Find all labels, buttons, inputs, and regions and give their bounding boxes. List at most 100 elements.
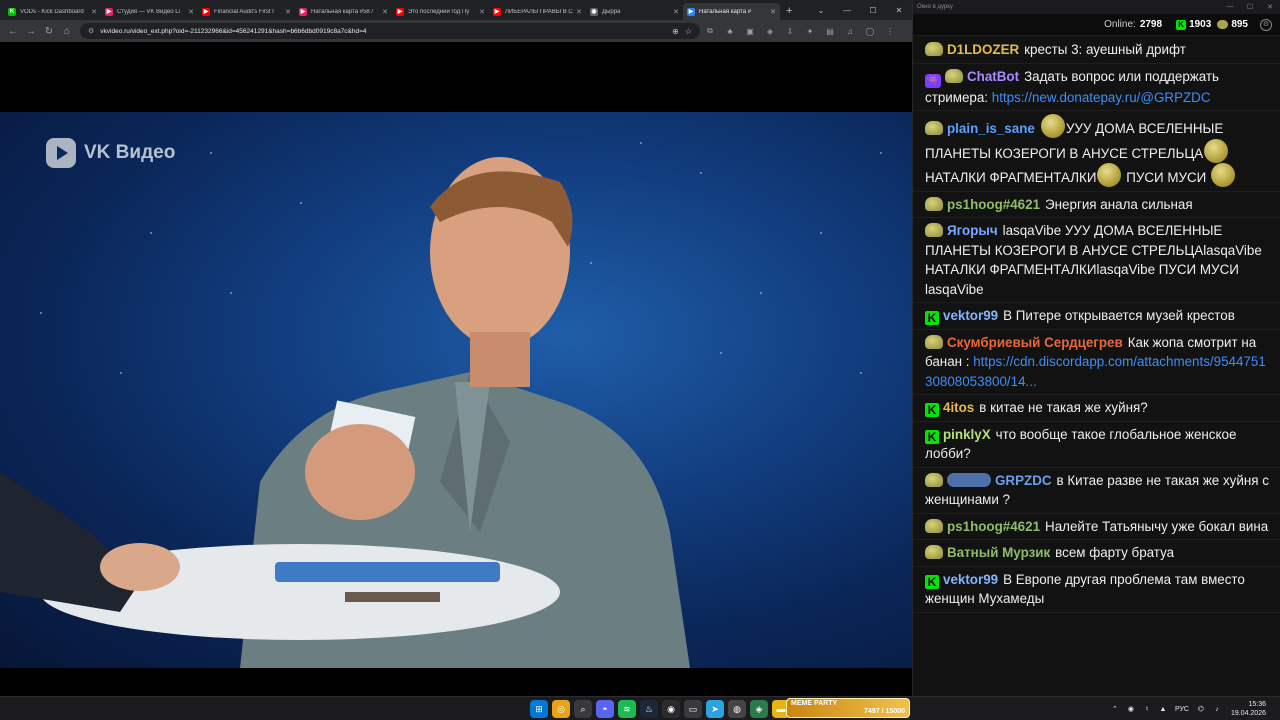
browser-tab[interactable]: ▶ Это последний год Пу ✕ <box>392 3 489 20</box>
back-arrow-icon[interactable]: ← <box>4 26 22 37</box>
chat-username[interactable]: ps1hoog#4621 <box>947 519 1040 534</box>
close-icon[interactable]: ✕ <box>1260 3 1280 11</box>
chat-message[interactable]: Ватный Мурзик всем фарту братуа <box>913 540 1280 567</box>
video-frame[interactable]: VK Видео <box>0 112 912 668</box>
chat-username[interactable]: pinklyX <box>943 427 991 442</box>
extension-icon[interactable]: ♣ <box>720 23 740 39</box>
tab-close-icon[interactable]: ✕ <box>479 8 485 16</box>
video-player[interactable]: VK Видео <box>0 42 912 696</box>
menu-icon[interactable]: ⋮ <box>880 23 900 39</box>
media-icon[interactable]: ▭ <box>684 700 702 718</box>
profile-icon[interactable]: ◯ <box>860 23 880 39</box>
chat-message[interactable]: D1LDOZER кресты 3: ауешный дрифт <box>913 37 1280 64</box>
zoom-icon[interactable]: ⊕ <box>672 27 679 36</box>
browser-tab[interactable]: ▶ Financial Audit's First I ✕ <box>198 3 295 20</box>
tab-close-icon[interactable]: ✕ <box>576 8 582 16</box>
windows-icon[interactable]: ⊞ <box>530 700 548 718</box>
chat-username[interactable]: ps1hoog#4621 <box>947 197 1040 212</box>
extension-icon[interactable]: ⧉ <box>700 23 720 39</box>
clock[interactable]: 15:36 19.04.2026 <box>1231 700 1266 718</box>
maximize-icon[interactable]: ☐ <box>860 6 886 15</box>
forward-arrow-icon[interactable]: → <box>22 26 40 37</box>
online-count: 2798 <box>1139 19 1163 30</box>
site-info-icon[interactable]: ⚙ <box>88 27 94 35</box>
search-icon[interactable]: ⌕ <box>574 700 592 718</box>
minimize-icon[interactable]: — <box>834 6 860 15</box>
chat-username[interactable]: Скумбриевый Сердцегрев <box>947 335 1123 350</box>
new-tab-button[interactable]: + <box>786 5 792 17</box>
discord-icon[interactable]: ◓ <box>596 700 614 718</box>
tab-close-icon[interactable]: ✕ <box>770 8 776 16</box>
chat-username[interactable]: vektor99 <box>943 572 998 587</box>
pepe-badge-icon <box>925 42 943 56</box>
tray-app-icon[interactable]: ▲ <box>1155 706 1171 713</box>
spotify-icon[interactable]: ≋ <box>618 700 636 718</box>
meme-party-widget[interactable]: MEME PARTY 7497 / 15000 <box>786 698 910 718</box>
maximize-icon[interactable]: ☐ <box>1240 3 1260 11</box>
chat-link[interactable]: https://new.donatepay.ru/@GRPZDC <box>992 90 1211 105</box>
chat-message[interactable]: plain_is_sane УУУ ДОМА ВСЕЛЕННЫЕ ПЛАНЕТЫ … <box>913 111 1280 192</box>
browser-tab[interactable]: ▶ ЛИБЕРАЛЫ ПРАВЫ В С ✕ <box>489 3 586 20</box>
address-bar[interactable]: ⚙ vkvideo.ru/video_ext.php?oid=-21123296… <box>80 23 700 39</box>
chat-username[interactable]: Ватный Мурзик <box>947 545 1050 560</box>
minimize-icon[interactable]: — <box>1220 3 1240 11</box>
chat-username[interactable]: vektor99 <box>943 308 998 323</box>
bookmark-star-icon[interactable]: ☆ <box>685 27 692 36</box>
download-icon[interactable]: ⇩ <box>780 23 800 39</box>
steam-icon[interactable]: ♨ <box>640 700 658 718</box>
home-icon[interactable]: ⌂ <box>58 26 76 37</box>
url-text[interactable]: vkvideo.ru/video_ext.php?oid=-211232966&… <box>100 28 666 35</box>
chat-link[interactable]: https://cdn.discordapp.com/attachments/9… <box>925 354 1266 389</box>
microphone-icon[interactable]: ♮ <box>1139 705 1155 713</box>
reload-icon[interactable]: ↻ <box>40 26 58 37</box>
tab-close-icon[interactable]: ✕ <box>188 8 194 16</box>
pinned-app-icon[interactable]: ◈ <box>750 700 768 718</box>
chrome-icon[interactable]: ◎ <box>552 700 570 718</box>
chat-message[interactable]: 👾 ChatBot Задать вопрос или поддержать стр… <box>913 64 1280 111</box>
media-icon[interactable]: ♫ <box>840 23 860 39</box>
chat-message[interactable]: Kvektor99 В Европе другая проблема там вм… <box>913 567 1280 613</box>
tab-title: ЛИБЕРАЛЫ ПРАВЫ В С <box>505 8 573 15</box>
chat-message-list[interactable]: D1LDOZER кресты 3: ауешный дрифт 👾 ChatBot З… <box>913 37 1280 696</box>
tray-chevron-icon[interactable]: ⌃ <box>1107 705 1123 713</box>
tab-close-icon[interactable]: ✕ <box>91 8 97 16</box>
chat-message[interactable]: Kvektor99 В Питере открывается музей крес… <box>913 303 1280 330</box>
emote-icon <box>1211 163 1236 187</box>
network-icon[interactable]: ⌬ <box>1193 705 1209 713</box>
tab-search-icon[interactable]: ⌄ <box>808 6 834 15</box>
volume-icon[interactable]: ♪ <box>1209 706 1225 713</box>
tab-close-icon[interactable]: ✕ <box>673 8 679 16</box>
browser-tab[interactable]: ▶ Натальная карта #58 / ✕ <box>295 3 392 20</box>
extension-icon[interactable]: ▣ <box>740 23 760 39</box>
side-panel-icon[interactable]: ▤ <box>820 23 840 39</box>
obs-icon[interactable]: ◉ <box>662 700 680 718</box>
chat-username[interactable]: D1LDOZER <box>947 42 1019 57</box>
chat-message[interactable]: Скумбриевый Сердцегрев Как жопа смотрит н… <box>913 330 1280 395</box>
extensions-puzzle-icon[interactable]: ✦ <box>800 23 820 39</box>
chat-username[interactable]: 4itos <box>943 400 974 415</box>
chat-username[interactable]: Ягорыч <box>947 223 998 238</box>
language-indicator[interactable]: РУС <box>1171 706 1193 713</box>
chat-username[interactable]: ChatBot <box>967 69 1019 84</box>
obs-studio-icon[interactable]: ◍ <box>728 700 746 718</box>
tab-close-icon[interactable]: ✕ <box>285 8 291 16</box>
chat-username[interactable]: GRPZDC <box>995 473 1052 488</box>
chat-message[interactable]: KpinklyX что вообще такое глобальное женс… <box>913 422 1280 468</box>
chat-message[interactable]: GRPZDC в Китае разве не такая же хуйня с … <box>913 468 1280 514</box>
browser-tab[interactable]: ▶ Студия — VK Видео Li ✕ <box>101 3 198 20</box>
chat-message[interactable]: K 4itos в китае не такая же хуйня? <box>913 395 1280 422</box>
browser-tab[interactable]: K VODs - Kick Dashboard ✕ <box>4 3 101 20</box>
chat-username[interactable]: plain_is_sane <box>947 121 1035 136</box>
close-icon[interactable]: ✕ <box>886 6 912 15</box>
tray-app-icon[interactable]: ◉ <box>1123 705 1139 713</box>
telegram-icon[interactable]: ➤ <box>706 700 724 718</box>
tab-close-icon[interactable]: ✕ <box>382 8 388 16</box>
chat-message[interactable]: ps1hoog#4621 Налейте Татьянычу уже бокал … <box>913 514 1280 540</box>
extension-icon[interactable]: ◈ <box>760 23 780 39</box>
chat-message[interactable]: Ягорыч lasqaVibe УУУ ДОМА ВСЕЛЕННЫЕ ПЛАНЕ… <box>913 218 1280 303</box>
browser-tab[interactable]: ▶ Натальная карта # ✕ <box>683 3 780 20</box>
chat-message[interactable]: ps1hoog#4621 Энергия анала сильная <box>913 192 1280 218</box>
browser-tab[interactable]: ◉ Дырра ✕ <box>586 3 683 20</box>
settings-gear-icon[interactable]: ⚙ <box>1260 18 1272 31</box>
chat-message-text: ПУСИ МУСИ <box>1122 170 1211 185</box>
